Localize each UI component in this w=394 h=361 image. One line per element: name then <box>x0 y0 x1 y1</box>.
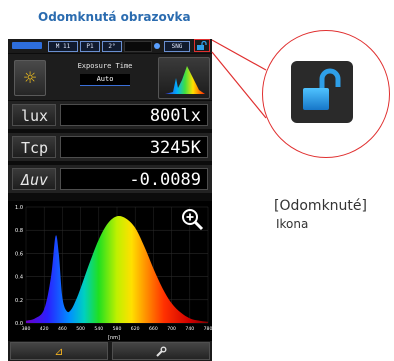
enlarged-lock-button <box>291 61 353 123</box>
unlock-icon <box>303 68 341 110</box>
caption-icon: Ikona <box>276 217 309 231</box>
caption-unlocked: [Odomknuté] <box>274 198 367 214</box>
